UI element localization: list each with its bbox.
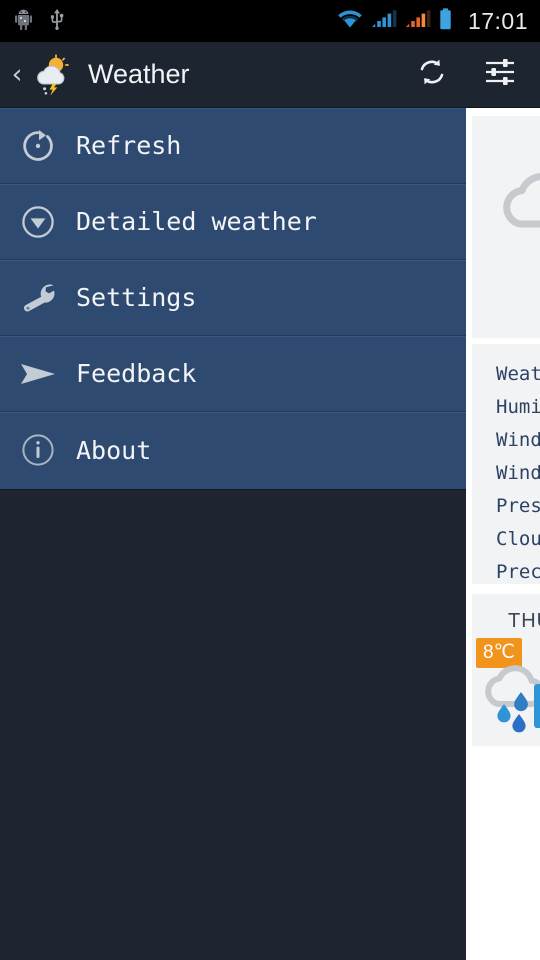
menu-item-label: Refresh [76,131,182,160]
menu-item-label: Feedback [76,359,197,388]
status-bar-clock: 17:01 [467,7,528,34]
forecast-day-label: THU [508,610,540,632]
forecast-card[interactable]: THU 8℃ [472,594,540,746]
usb-icon [49,8,65,35]
wrench-icon [0,281,76,315]
detail-row: Wind [496,429,540,451]
phone-screen: 17:01 ‹ Weather Weat Humi Wind Wind Pres… [0,0,540,960]
info-circle-icon [0,432,76,468]
weather-details-card[interactable]: Weat Humi Wind Wind Pres Clou Prec [472,344,540,584]
sliders-icon [484,57,516,92]
android-debug-icon [14,8,33,35]
status-bar-right-icons: 17:01 [337,8,528,35]
detail-row: Wind [496,462,540,484]
battery-icon [439,7,452,35]
detail-row: Clou [496,528,540,550]
weather-app-icon [32,54,74,96]
status-bar-left-icons [14,8,65,35]
current-weather-card[interactable] [472,116,540,338]
cloud-rain-icon [472,652,540,752]
menu-item-label: Detailed weather [76,207,317,236]
signal-sim2-icon [405,9,431,34]
menu-item-refresh[interactable]: Refresh [0,108,466,184]
menu-item-detailed-weather[interactable]: Detailed weather [0,184,466,260]
app-bar: ‹ Weather [0,42,540,108]
page-title: Weather [88,59,190,89]
status-bar: 17:01 [0,0,540,42]
refresh-action-button[interactable] [398,42,466,108]
forecast-accent-block [534,684,540,728]
overflow-menu: Refresh Detailed weather Settings Feedba… [0,108,466,490]
detail-row: Humi [496,396,540,418]
detail-row: Weat [496,363,540,385]
settings-action-button[interactable] [466,42,534,108]
back-button[interactable]: ‹ [4,61,30,88]
send-icon [0,361,76,387]
menu-item-label: Settings [76,283,197,312]
refresh-icon [0,128,76,164]
menu-item-settings[interactable]: Settings [0,260,466,336]
wifi-icon [337,9,363,34]
menu-item-about[interactable]: About [0,412,466,488]
detail-row: Prec [496,561,540,583]
signal-sim1-icon [371,9,397,34]
cloud-rain-icon [490,150,540,275]
chevron-down-circle-icon [0,204,76,240]
refresh-icon [416,56,448,93]
detail-row: Pres [496,495,540,517]
weather-content-pane: Weat Humi Wind Wind Pres Clou Prec THU 8… [466,108,540,960]
menu-item-feedback[interactable]: Feedback [0,336,466,412]
menu-item-label: About [76,435,152,465]
